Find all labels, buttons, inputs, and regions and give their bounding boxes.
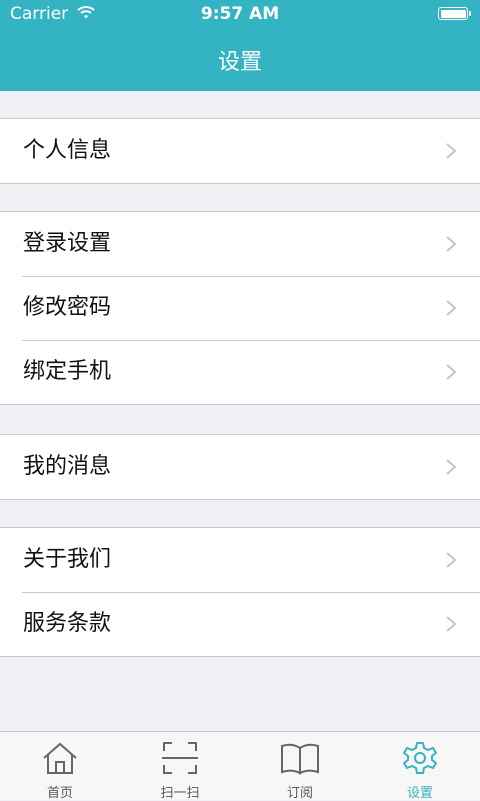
- gear-icon: [403, 742, 437, 774]
- row-change-password[interactable]: 修改密码: [0, 276, 480, 340]
- chevron-right-icon: [446, 552, 457, 568]
- row-about-us[interactable]: 关于我们: [0, 528, 480, 592]
- settings-group-account: 登录设置 修改密码 绑定手机: [0, 211, 480, 405]
- tab-label: 首页: [46, 786, 73, 801]
- row-label: 个人信息: [23, 138, 112, 163]
- row-personal-info[interactable]: 个人信息: [0, 119, 480, 183]
- settings-group-about: 关于我们 服务条款: [0, 527, 480, 657]
- chevron-right-icon: [446, 143, 457, 159]
- chevron-right-icon: [446, 616, 457, 632]
- status-time: 9:57 AM: [200, 4, 280, 24]
- status-bar: Carrier 9:57 AM: [0, 0, 480, 30]
- row-login-settings[interactable]: 登录设置: [0, 212, 480, 276]
- tab-settings[interactable]: 设置: [360, 732, 480, 801]
- row-terms-of-service[interactable]: 服务条款: [0, 592, 480, 656]
- row-label: 绑定手机: [23, 359, 112, 384]
- chevron-right-icon: [446, 236, 457, 252]
- tab-label: 设置: [406, 786, 433, 801]
- tab-scan[interactable]: 扫一扫: [120, 732, 240, 801]
- row-label: 登录设置: [23, 231, 112, 256]
- tab-label: 扫一扫: [160, 786, 200, 801]
- settings-group-messages: 我的消息: [0, 434, 480, 500]
- settings-group-profile: 个人信息: [0, 118, 480, 184]
- row-my-messages[interactable]: 我的消息: [0, 435, 480, 499]
- tab-label: 订阅: [286, 786, 313, 801]
- book-icon: [281, 743, 319, 775]
- row-label: 我的消息: [23, 454, 112, 479]
- row-label: 服务条款: [23, 611, 112, 636]
- row-label: 关于我们: [23, 547, 112, 572]
- row-bind-phone[interactable]: 绑定手机: [0, 340, 480, 404]
- header-bar: Carrier 9:57 AM 设置: [0, 0, 480, 91]
- chevron-right-icon: [446, 364, 457, 380]
- page-title: 设置: [217, 50, 262, 75]
- tab-bar: 首页 扫一扫 订阅 设置: [0, 731, 480, 801]
- tab-home[interactable]: 首页: [0, 732, 120, 801]
- home-icon: [43, 742, 77, 774]
- battery-icon: [438, 7, 471, 20]
- row-label: 修改密码: [23, 295, 112, 320]
- tab-subscribe[interactable]: 订阅: [240, 732, 360, 801]
- chevron-right-icon: [446, 459, 457, 475]
- chevron-right-icon: [446, 300, 457, 316]
- scan-icon: [162, 742, 198, 774]
